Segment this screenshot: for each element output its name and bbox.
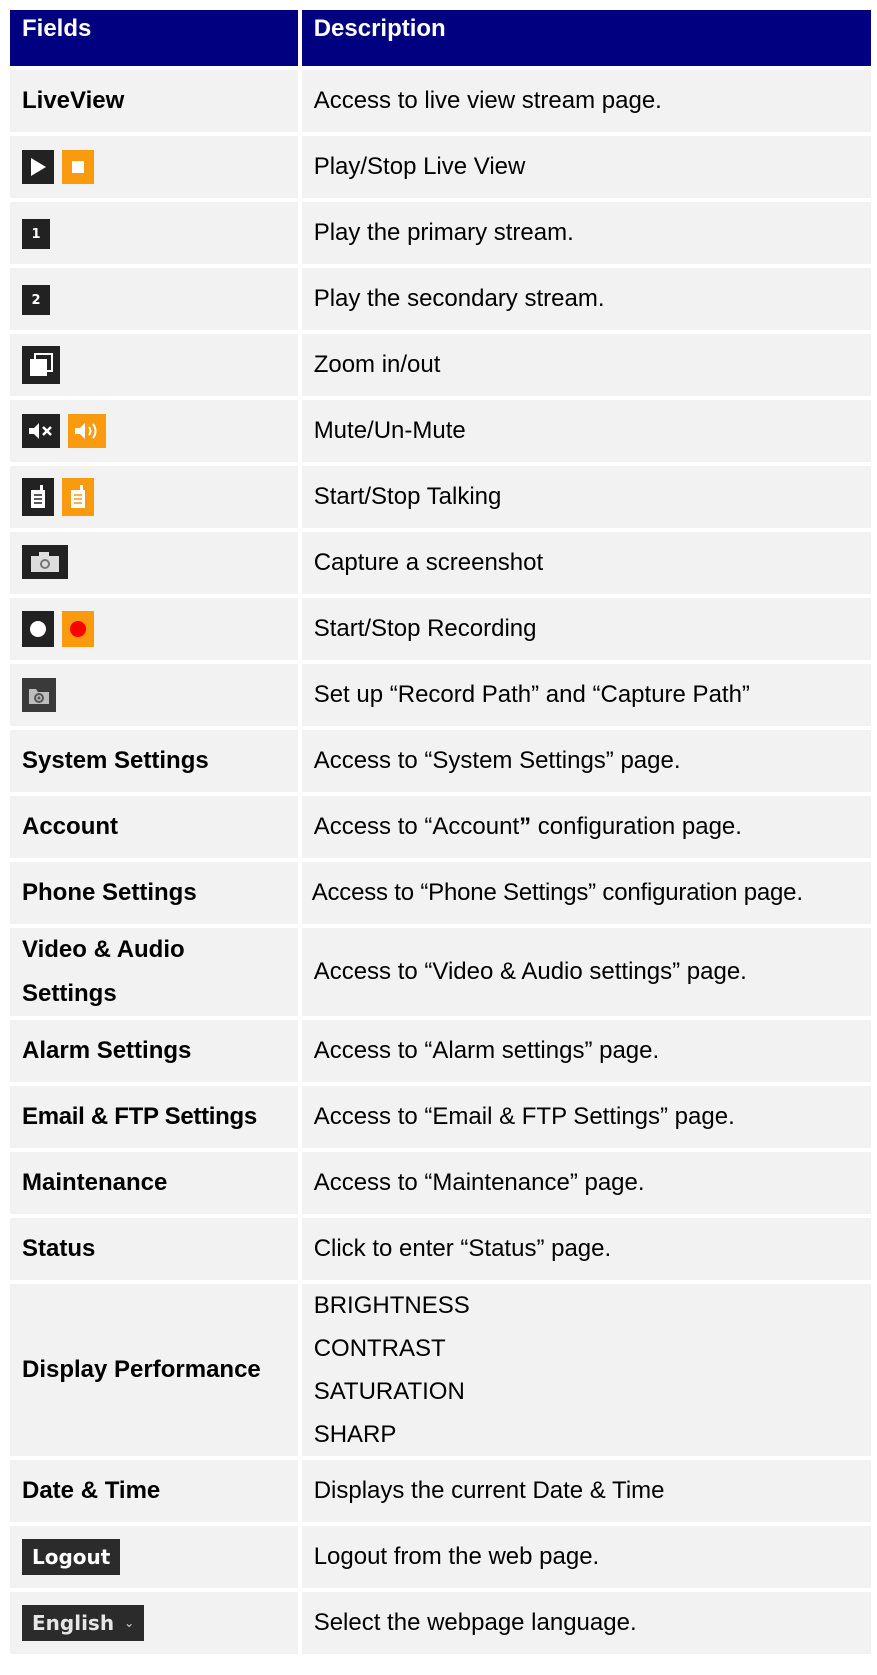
desc-date-time: Displays the current Date & Time — [301, 1460, 871, 1522]
table-row: Date & Time Displays the current Date & … — [10, 1460, 871, 1522]
table-row: 1 Play the primary stream. — [10, 202, 871, 264]
table-row: LiveView Access to live view stream page… — [10, 70, 871, 132]
table-row: Capture a screenshot — [10, 532, 871, 594]
desc-language: Select the webpage language. — [301, 1592, 871, 1654]
field-status: Status — [10, 1218, 298, 1280]
table-row: Play/Stop Live View — [10, 136, 871, 198]
desc-maintenance: Access to “Maintenance” page. — [301, 1152, 871, 1214]
field-display-performance: Display Performance — [10, 1284, 298, 1456]
list-item: CONTRAST — [313, 1335, 446, 1362]
play-icon[interactable] — [22, 150, 54, 184]
table-row: Account Access to “Account” configuratio… — [10, 796, 871, 858]
table-row: Start/Stop Talking — [10, 466, 871, 528]
table-row: Mute/Un-Mute — [10, 400, 871, 462]
desc-path-setup: Set up “Record Path” and “Capture Path” — [301, 664, 871, 726]
table-row: Maintenance Access to “Maintenance” page… — [10, 1152, 871, 1214]
table-row: English ⌄ Select the webpage language. — [10, 1592, 871, 1654]
mute-icon[interactable] — [22, 414, 60, 448]
unmute-icon[interactable] — [68, 414, 106, 448]
desc-status: Click to enter “Status” page. — [301, 1218, 871, 1280]
table-row: Start/Stop Recording — [10, 598, 871, 660]
table-row: Set up “Record Path” and “Capture Path” — [10, 664, 871, 726]
desc-capture: Capture a screenshot — [301, 532, 871, 594]
table-row: System Settings Access to “System Settin… — [10, 730, 871, 792]
desc-mute: Mute/Un-Mute — [301, 400, 871, 462]
desc-primary-stream: Play the primary stream. — [301, 202, 871, 264]
header-description: Description — [301, 10, 871, 66]
field-video-audio: Video & Audio Settings — [10, 928, 298, 1016]
desc-logout: Logout from the web page. — [301, 1526, 871, 1588]
talk-start-icon[interactable] — [22, 478, 54, 516]
desc-account: Access to “Account” configuration page. — [301, 796, 871, 858]
field-email-ftp: Email & FTP Settings — [10, 1086, 298, 1148]
primary-stream-icon[interactable]: 1 — [22, 219, 50, 250]
table-row: Status Click to enter “Status” page. — [10, 1218, 871, 1280]
document-page: Fields Description LiveView Access to li… — [0, 0, 877, 1675]
header-fields: Fields — [10, 10, 298, 66]
desc-talk: Start/Stop Talking — [301, 466, 871, 528]
table-row: Video & Audio Settings Access to “Video &… — [10, 928, 871, 1016]
desc-secondary-stream: Play the secondary stream. — [301, 268, 871, 330]
camera-icon[interactable] — [22, 545, 68, 579]
field-date-time: Date & Time — [10, 1460, 298, 1522]
desc-liveview: Access to live view stream page. — [301, 70, 871, 132]
stop-icon[interactable] — [62, 150, 94, 184]
table-row: Phone Settings Access to “Phone Settings… — [10, 862, 871, 924]
field-account: Account — [10, 796, 298, 858]
table-row: 2 Play the secondary stream. — [10, 268, 871, 330]
zoom-icon[interactable] — [22, 345, 60, 384]
table-header-row: Fields Description — [10, 10, 871, 66]
field-system-settings: System Settings — [10, 730, 298, 792]
list-item: BRIGHTNESS — [313, 1292, 470, 1319]
list-item: SHARP — [313, 1421, 397, 1448]
language-select[interactable]: English ⌄ — [22, 1605, 145, 1641]
field-alarm-settings: Alarm Settings — [10, 1020, 298, 1082]
table-row: Logout Logout from the web page. — [10, 1526, 871, 1588]
chevron-down-icon: ⌄ — [124, 1616, 135, 1630]
list-item: SATURATION — [313, 1378, 465, 1405]
desc-system-settings: Access to “System Settings” page. — [301, 730, 871, 792]
table-row: Email & FTP Settings Access to “Email & … — [10, 1086, 871, 1148]
desc-video-audio: Access to “Video & Audio settings” page. — [301, 928, 871, 1016]
table-row: Display Performance BRIGHTNESS CONTRAST … — [10, 1284, 871, 1456]
record-stop-icon[interactable] — [62, 611, 94, 647]
desc-email-ftp: Access to “Email & FTP Settings” page. — [301, 1086, 871, 1148]
language-select-value: English — [32, 1611, 115, 1635]
desc-zoom: Zoom in/out — [301, 334, 871, 396]
desc-phone-settings: Access to “Phone Settings” configuration… — [301, 862, 871, 924]
desc-recording: Start/Stop Recording — [301, 598, 871, 660]
table-row: Alarm Settings Access to “Alarm settings… — [10, 1020, 871, 1082]
desc-alarm-settings: Access to “Alarm settings” page. — [301, 1020, 871, 1082]
record-start-icon[interactable] — [22, 611, 54, 647]
desc-play-stop: Play/Stop Live View — [301, 136, 871, 198]
field-maintenance: Maintenance — [10, 1152, 298, 1214]
talk-stop-icon[interactable] — [62, 478, 94, 516]
field-liveview: LiveView — [10, 70, 298, 132]
fields-table: Fields Description LiveView Access to li… — [6, 6, 875, 1658]
table-row: Zoom in/out — [10, 334, 871, 396]
folder-settings-icon[interactable] — [22, 677, 56, 712]
logout-button[interactable]: Logout — [22, 1539, 121, 1575]
desc-display-performance: BRIGHTNESS CONTRAST SATURATION SHARP — [301, 1284, 871, 1456]
field-phone-settings: Phone Settings — [10, 862, 298, 924]
secondary-stream-icon[interactable]: 2 — [22, 285, 50, 316]
